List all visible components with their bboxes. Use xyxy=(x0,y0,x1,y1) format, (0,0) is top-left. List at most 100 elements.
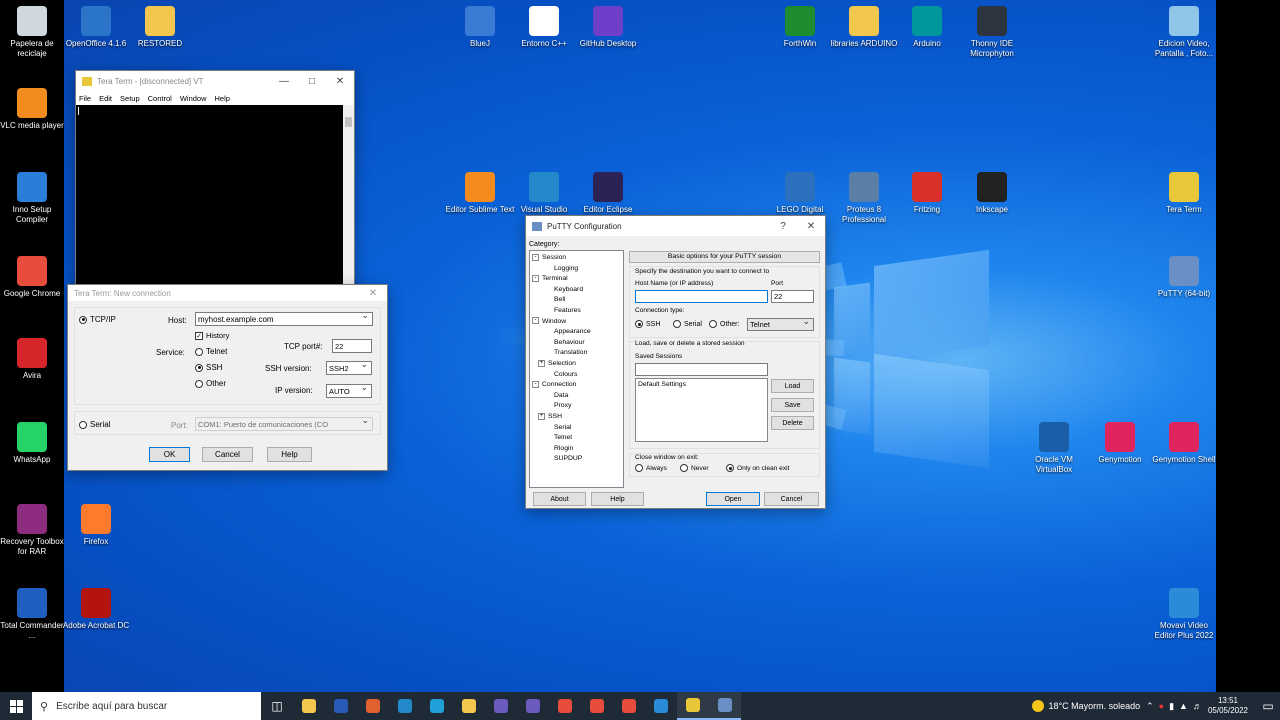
tree-item-data[interactable]: Data xyxy=(532,391,591,402)
tree-item-window[interactable]: - Window xyxy=(532,317,591,328)
minimize-button[interactable]: — xyxy=(270,76,298,87)
notifications-icon[interactable]: ▭ xyxy=(1256,692,1280,720)
menu-item-window[interactable]: Window xyxy=(180,94,207,103)
desktop-icon-vlc[interactable]: VLC media player xyxy=(0,88,67,131)
tree-item-telnet[interactable]: Telnet xyxy=(532,433,591,444)
ssh-version-select[interactable]: SSH2 xyxy=(326,359,372,375)
expand-icon[interactable]: + xyxy=(538,412,545,420)
expand-icon[interactable]: + xyxy=(538,359,545,367)
collapse-icon[interactable]: - xyxy=(532,274,539,282)
taskbar-app-folder-icon[interactable] xyxy=(453,692,485,720)
desktop-icon-openoffice[interactable]: OpenOffice 4.1.6 xyxy=(61,6,131,49)
desktop-icon-whatsapp[interactable]: WhatsApp xyxy=(0,422,67,465)
menu-item-help[interactable]: Help xyxy=(215,94,230,103)
clock[interactable]: 13:51 05/05/2022 xyxy=(1208,696,1248,716)
taskbar-app-app-icon[interactable] xyxy=(485,692,517,720)
save-button[interactable]: Save xyxy=(771,398,814,412)
volume-icon[interactable]: ♬ xyxy=(1193,701,1202,712)
telnet-radio[interactable]: Telnet xyxy=(195,347,227,356)
tree-item-selection[interactable]: + Selection xyxy=(532,359,591,370)
taskbar-app-vscode-icon[interactable] xyxy=(389,692,421,720)
taskbar-app-app-icon[interactable] xyxy=(517,692,549,720)
desktop-icon-eclipse[interactable]: Editor Eclipse xyxy=(573,172,643,215)
desktop-icon-recovery-toolbox[interactable]: Recovery Toolbox for RAR xyxy=(0,504,67,556)
tree-item-connection[interactable]: - Connection xyxy=(532,380,591,391)
desktop-icon-firefox[interactable]: Firefox xyxy=(61,504,131,547)
help-button[interactable]: Help xyxy=(267,447,312,462)
host-name-input[interactable] xyxy=(635,290,768,303)
desktop-icon-sublime[interactable]: Editor Sublime Text xyxy=(445,172,515,215)
close-button[interactable]: ✕ xyxy=(797,221,825,232)
collapse-icon[interactable]: - xyxy=(532,380,539,388)
desktop-icon-fritzing[interactable]: Fritzing xyxy=(892,172,962,215)
tree-item-behaviour[interactable]: Behaviour xyxy=(532,338,591,349)
weather-widget[interactable]: 18°C Mayorm. soleado xyxy=(1032,700,1140,712)
taskbar-app-floppy-app-icon[interactable] xyxy=(325,692,357,720)
ok-button[interactable]: OK xyxy=(149,447,190,462)
desktop-icon-cpp-env[interactable]: Entorno C++ xyxy=(509,6,579,49)
tree-item-colours[interactable]: Colours xyxy=(532,370,591,381)
maximize-button[interactable]: □ xyxy=(298,76,326,87)
tree-item-proxy[interactable]: Proxy xyxy=(532,401,591,412)
tree-item-terminal[interactable]: - Terminal xyxy=(532,274,591,285)
putty-config-window[interactable]: PuTTY Configuration ? ✕ Category: - Sessi… xyxy=(525,215,826,509)
desktop-icon-folder[interactable]: RESTORED xyxy=(125,6,195,49)
desktop-icon-putty[interactable]: PuTTY (64-bit) xyxy=(1149,256,1219,299)
menu-item-file[interactable]: File xyxy=(79,94,91,103)
desktop-icon-proteus[interactable]: Proteus 8 Professional xyxy=(829,172,899,224)
network-icon[interactable]: ▲ xyxy=(1179,701,1188,712)
desktop-icon-vscode[interactable]: Visual Studio xyxy=(509,172,579,215)
new-connection-dialog[interactable]: Tera Term: New connection ✕ TCP/IP Host:… xyxy=(67,284,388,471)
history-checkbox[interactable]: ✓ History xyxy=(195,331,229,340)
desktop-icon-movavi[interactable]: Movavi Video Editor Plus 2022 xyxy=(1149,588,1219,640)
desktop-icon-inkscape[interactable]: Inkscape xyxy=(957,172,1027,215)
tree-item-serial[interactable]: Serial xyxy=(532,423,591,434)
task-view-icon[interactable]: ◫ xyxy=(261,692,293,720)
new-connection-titlebar[interactable]: Tera Term: New connection ✕ xyxy=(68,285,387,301)
desktop-icon-recycle-bin[interactable]: Papelera de reciclaje xyxy=(0,6,67,58)
desktop-icon-folder[interactable]: libraries ARDUINO xyxy=(829,6,899,49)
other-protocol-select[interactable]: Telnet xyxy=(747,316,814,331)
tree-item-translation[interactable]: Translation xyxy=(532,348,591,359)
tree-item-features[interactable]: Features xyxy=(532,306,591,317)
only-on-clean-exit-radio[interactable]: Only on clean exit xyxy=(726,464,789,472)
teraterm-titlebar[interactable]: Tera Term - [disconnected] VT — □ ✕ xyxy=(76,71,354,91)
port-input[interactable]: 22 xyxy=(771,290,814,303)
desktop-icon-chrome[interactable]: Google Chrome xyxy=(0,256,67,299)
taskbar-app-chrome-icon[interactable] xyxy=(549,692,581,720)
taskbar-app-app-icon[interactable] xyxy=(645,692,677,720)
saved-sessions-list[interactable]: Default Settings xyxy=(635,378,768,442)
serial-radio[interactable]: Serial xyxy=(673,320,702,328)
taskbar-app-chrome-icon[interactable] xyxy=(613,692,645,720)
saved-sessions-input[interactable] xyxy=(635,363,768,376)
delete-button[interactable]: Delete xyxy=(771,416,814,430)
category-tree[interactable]: - Session Logging - Terminal Keyboard Bell Feat… xyxy=(529,250,624,488)
desktop-icon-genymotion[interactable]: Genymotion xyxy=(1085,422,1155,465)
tree-item-keyboard[interactable]: Keyboard xyxy=(532,285,591,296)
ssh-radio[interactable]: SSH xyxy=(635,320,660,328)
desktop-icon-arduino[interactable]: Arduino xyxy=(892,6,962,49)
ip-version-select[interactable]: AUTO xyxy=(326,382,372,398)
collapse-icon[interactable]: - xyxy=(532,317,539,325)
tree-item-appearance[interactable]: Appearance xyxy=(532,327,591,338)
tray-app-icon[interactable]: ● xyxy=(1159,701,1164,712)
desktop-icon-avira[interactable]: Avira xyxy=(0,338,67,381)
open-button[interactable]: Open xyxy=(706,492,760,506)
desktop-icon-lego[interactable]: LEGO Digital xyxy=(765,172,835,215)
serial-radio[interactable]: Serial xyxy=(79,420,110,429)
close-button[interactable]: ✕ xyxy=(326,76,354,87)
session-list-item[interactable]: Default Settings xyxy=(638,381,765,388)
other-radio[interactable]: Other: xyxy=(709,320,739,328)
desktop-icon-virtualbox[interactable]: Oracle VM VirtualBox xyxy=(1019,422,1089,474)
tcp-port-input[interactable]: 22 xyxy=(332,339,372,353)
always-radio[interactable]: Always xyxy=(635,464,667,472)
tree-item-logging[interactable]: Logging xyxy=(532,264,591,275)
ssh-radio[interactable]: SSH xyxy=(195,363,222,372)
terminal-area[interactable] xyxy=(76,105,344,289)
taskbar-app-teraterm-icon[interactable] xyxy=(677,692,709,720)
taskbar-app-flame-app-icon[interactable] xyxy=(357,692,389,720)
desktop-icon-forthwin[interactable]: ForthWin xyxy=(765,6,835,49)
cancel-button[interactable]: Cancel xyxy=(764,492,819,506)
desktop-icon-inno-setup[interactable]: Inno Setup Compiler xyxy=(0,172,67,224)
port-select[interactable]: COM1: Puerto de comunicaciones (CO xyxy=(195,417,373,431)
